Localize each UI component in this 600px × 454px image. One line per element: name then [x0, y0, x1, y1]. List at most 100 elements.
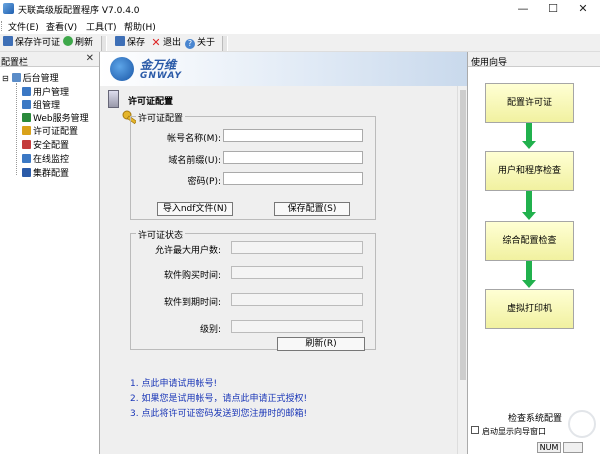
license-config-group: 许可证配置 帐号名称(M): 域名前缀(U): 密码(P): 导入ndf文件(N… [130, 111, 376, 220]
tree-item-label: 组管理 [33, 101, 61, 111]
save-label: 保存 [127, 38, 146, 48]
license-status-group-label: 许可证状态 [136, 228, 186, 241]
startup-checkbox[interactable] [471, 426, 479, 434]
menu-file[interactable]: 文件(E) [8, 20, 39, 33]
level-label: 级别: [199, 325, 221, 335]
arrow-down-icon [522, 280, 536, 288]
exit-button[interactable]: ✕ 退出 [151, 36, 181, 50]
prefix-label: 域名前缀(U): [168, 156, 221, 166]
refresh-icon [63, 36, 73, 46]
maximize-button[interactable]: ☐ [538, 0, 568, 18]
menu-view[interactable]: 查看(V) [46, 20, 77, 33]
account-input[interactable] [223, 129, 363, 142]
flow-arrow [526, 191, 532, 213]
app-icon [3, 3, 14, 14]
flow-arrow [526, 261, 532, 281]
config-panel: 配置栏 ✕ ⊟ 后台管理 用户管理 组管理 Web服务管理 许可证配置 安全配置… [0, 52, 100, 454]
prefix-input[interactable] [223, 151, 363, 164]
menu-bar: 文件(E) 查看(V) 工具(T) 帮助(H) [0, 18, 600, 34]
gnway-logo-icon [110, 57, 134, 81]
tree-item-license[interactable]: 许可证配置 [22, 124, 78, 137]
server-icon [108, 90, 119, 108]
arrow-down-icon [522, 141, 536, 149]
section-title: 许可证配置 [128, 97, 174, 107]
vertical-scrollbar[interactable] [457, 86, 467, 454]
tree-line [16, 83, 17, 175]
shield-icon [22, 140, 31, 149]
exit-label: 退出 [163, 38, 182, 48]
cluster-icon [22, 168, 31, 177]
menu-grip[interactable] [1, 21, 4, 31]
save-button[interactable]: 保存 [115, 36, 145, 50]
about-button[interactable]: ? 关于 [185, 36, 215, 50]
refresh-label: 刷新 [75, 38, 94, 48]
group-icon [22, 100, 31, 109]
tree-item-monitor[interactable]: 在线监控 [22, 152, 69, 165]
apply-license-link[interactable]: 2. 如果您是试用帐号，请点此申请正式授权! [130, 391, 307, 404]
step-license[interactable]: 配置许可证 [485, 83, 574, 123]
refresh-status-button[interactable]: 刷新(R) [277, 337, 365, 351]
logo-en: GNWAY [140, 71, 182, 81]
web-icon [22, 113, 31, 122]
flow-arrow [526, 123, 532, 142]
check-config-link[interactable]: 检查系统配置 [508, 411, 562, 424]
arrow-down-icon [522, 212, 536, 220]
window-title: 天联高级版配置程序 V7.0.4.0 [18, 6, 140, 16]
step-config-check[interactable]: 综合配置检查 [485, 221, 574, 261]
config-panel-title: 配置栏 [1, 58, 29, 68]
license-config-group-label: 许可证配置 [136, 111, 186, 124]
tree-item-label: 用户管理 [33, 88, 70, 98]
users-icon [22, 87, 31, 96]
tree-item-web[interactable]: Web服务管理 [22, 111, 89, 124]
refresh-button[interactable]: 刷新 [63, 36, 93, 50]
tree-item-cluster[interactable]: 集群配置 [22, 166, 69, 179]
password-input[interactable] [223, 172, 363, 185]
menu-tools[interactable]: 工具(T) [86, 20, 117, 33]
purchase-time-field [231, 266, 363, 279]
step-virtual-printer[interactable]: 虚拟打印机 [485, 289, 574, 329]
save-license-button[interactable]: 保存许可证 [3, 36, 60, 50]
wizard-panel: 使用向导 配置许可证 用户和程序检查 综合配置检查 虚拟打印机 检查系统配置 启… [467, 52, 600, 454]
tree-item-groups[interactable]: 组管理 [22, 98, 60, 111]
status-bar: NUM [467, 440, 600, 454]
startup-label: 启动显示向导窗口 [482, 427, 546, 436]
tree-item-users[interactable]: 用户管理 [22, 85, 69, 98]
import-ndf-button[interactable]: 导入ndf文件(N) [157, 202, 233, 216]
tree-root-label: 后台管理 [22, 74, 59, 84]
wizard-title: 使用向导 [471, 58, 508, 68]
license-status-group: 许可证状态 允许最大用户数: 软件购买时间: 软件到期时间: 级别: 刷新(R) [130, 228, 376, 351]
status-cell [563, 442, 583, 453]
collapse-icon[interactable]: ⊟ [2, 74, 9, 83]
minimize-button[interactable]: — [508, 0, 538, 18]
about-label: 关于 [197, 38, 216, 48]
toolbar-separator [222, 36, 228, 51]
password-label: 密码(P): [187, 177, 221, 187]
tree-root[interactable]: ⊟ 后台管理 [2, 71, 59, 84]
logo-band: 金万维 GNWAY [100, 52, 467, 86]
monitor-icon [22, 154, 31, 163]
account-label: 帐号名称(M): [167, 134, 221, 144]
main-area: 金万维 GNWAY 许可证配置 许可证配置 帐号名称(M): 域名前缀(U): … [100, 52, 467, 454]
purchase-time-label: 软件购买时间: [163, 271, 221, 281]
menu-help[interactable]: 帮助(H) [124, 20, 156, 33]
step-user-check[interactable]: 用户和程序检查 [485, 151, 574, 191]
close-icon[interactable]: ✕ [86, 53, 94, 64]
license-page: 许可证配置 许可证配置 帐号名称(M): 域名前缀(U): 密码(P): 导入n… [100, 86, 457, 454]
close-button[interactable]: ✕ [568, 0, 598, 18]
save-config-button[interactable]: 保存配置(S) [274, 202, 350, 216]
floppy-icon [3, 36, 13, 46]
toolbar: 保存许可证 刷新 保存 ✕ 退出 ? 关于 [0, 34, 600, 52]
scrollbar-thumb[interactable] [460, 90, 466, 380]
num-indicator: NUM [537, 442, 561, 453]
expire-time-label: 软件到期时间: [163, 298, 221, 308]
admin-icon [11, 73, 21, 82]
level-field [231, 320, 363, 333]
tree-item-label: Web服务管理 [33, 114, 89, 124]
close-red-icon: ✕ [151, 36, 161, 49]
tree-item-label: 安全配置 [33, 141, 70, 151]
send-password-link[interactable]: 3. 点此将许可证密码发送到您注册时的邮箱! [130, 406, 307, 419]
apply-trial-link[interactable]: 1. 点此申请试用帐号! [130, 376, 217, 389]
expire-time-field [231, 293, 363, 306]
title-bar: 天联高级版配置程序 V7.0.4.0 — ☐ ✕ [0, 0, 600, 18]
tree-item-security[interactable]: 安全配置 [22, 138, 69, 151]
